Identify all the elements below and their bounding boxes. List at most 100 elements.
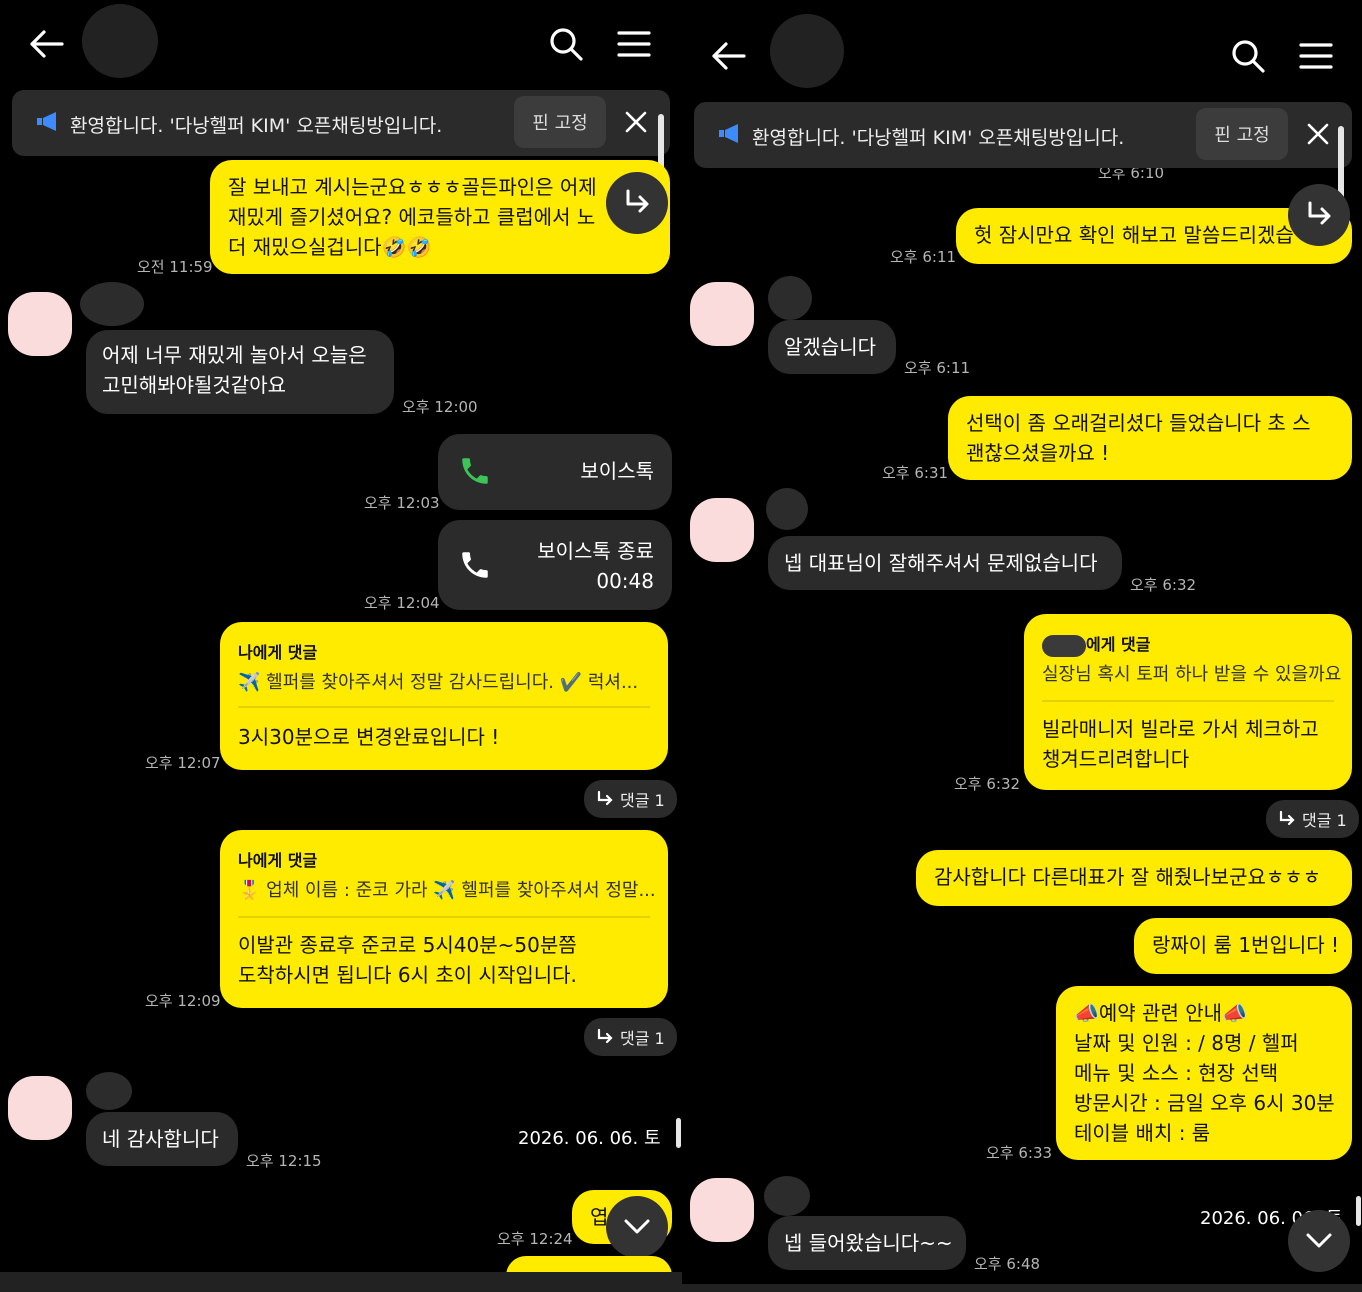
reply-arrow-icon <box>597 1028 613 1044</box>
reply-arrow-button[interactable] <box>1288 184 1350 246</box>
message-text-line: 📣예약 관련 안내📣 <box>1074 1001 1247 1025</box>
phone-icon <box>458 548 492 590</box>
reply-message-bubble[interactable]: 나에게 댓글 ✈️ 헬퍼를 찾아주셔서 정말 감사드립니다. ✔️ 럭셔... … <box>220 622 668 770</box>
reply-tag: 나에게 댓글 <box>238 851 318 870</box>
sender-avatar[interactable] <box>8 292 72 356</box>
message-text-line: 빌라매니저 빌라로 가서 체크하고 <box>1042 717 1319 741</box>
message-bubble-sent[interactable]: 감사합니다 다른대표가 잘 해줬나보군요ㅎㅎㅎ <box>916 850 1352 906</box>
chat-avatar[interactable] <box>82 4 158 78</box>
message-text-line: 선택이 좀 오래걸리셨다 들었습니다 초 스 <box>966 411 1311 435</box>
message-time: 오후 12:03 <box>364 494 440 512</box>
reply-tag: 에게 댓글 <box>1086 635 1151 654</box>
sender-avatar[interactable] <box>690 282 754 346</box>
message-text-line: 테이블 배치 : 룸 <box>1074 1121 1211 1145</box>
message-bubble-sent[interactable]: 📣예약 관련 안내📣 날짜 및 인원 : / 8명 / 헬퍼 메뉴 및 소스 :… <box>1056 986 1352 1160</box>
message-text-line: 어제 너무 재밌게 놀아서 오늘은 <box>102 343 367 367</box>
message-bubble-received[interactable]: 넵 대표님이 잘해주셔서 문제없습니다 <box>768 536 1122 590</box>
message-text: 3시30분으로 변경완료입니다 ! <box>238 725 500 749</box>
megaphone-icon <box>36 110 60 138</box>
divider <box>1042 700 1334 702</box>
voice-call-end-bubble[interactable]: 보이스톡 종료 00:48 <box>438 520 672 610</box>
reply-arrow-icon <box>597 790 613 806</box>
bottom-bar <box>0 1272 682 1292</box>
message-bubble-sent[interactable]: 랑짜이 룸 1번입니다 ! <box>1134 918 1352 974</box>
message-time: 오후 12:04 <box>364 594 440 612</box>
notice-banner[interactable]: 환영합니다. '다낭헬퍼 KIM' 오픈채팅방입니다. 핀 고정 <box>12 90 670 156</box>
scrollbar[interactable] <box>1356 1196 1361 1226</box>
message-bubble-received[interactable]: 알겠습니다 <box>768 320 896 374</box>
sender-name <box>768 276 812 320</box>
message-time: 오후 12:00 <box>402 398 478 416</box>
notice-banner[interactable]: 환영합니다. '다낭헬퍼 KIM' 오픈채팅방입니다. 핀 고정 <box>694 102 1352 168</box>
sender-name <box>764 1176 810 1216</box>
reply-arrow-button[interactable] <box>606 172 668 234</box>
message-text-line: 잘 보내고 계시는군요ㅎㅎㅎ골든파인은 어제 <box>228 175 597 199</box>
megaphone-icon <box>718 122 742 150</box>
menu-icon[interactable] <box>1294 34 1338 78</box>
reply-tag-row: 에게 댓글 <box>1042 630 1334 660</box>
bottom-bar <box>682 1284 1362 1292</box>
sender-avatar[interactable] <box>690 498 754 562</box>
reply-tag: 나에게 댓글 <box>238 643 318 662</box>
message-bubble-received[interactable]: 네 감사합니다 <box>86 1112 238 1166</box>
message-text-line: 재밌게 즐기셨어요? 에코들하고 클럽에서 노 <box>228 205 596 229</box>
reply-message-bubble[interactable]: 나에게 댓글 🎖️ 업체 이름 : 준코 가라 ✈️ 헬퍼를 찾아주셔서 정말.… <box>220 830 668 1008</box>
pin-button[interactable]: 핀 고정 <box>514 96 606 148</box>
comment-count-button[interactable]: 댓글 1 <box>584 1018 677 1056</box>
message-bubble-received[interactable]: 어제 너무 재밌게 놀아서 오늘은 고민해봐야될것같아요 <box>86 330 394 414</box>
message-text: 랑짜이 룸 1번입니다 ! <box>1152 933 1340 957</box>
message-text-line: 괜찮으셨을까요 ! <box>966 441 1110 465</box>
message-text-line: 고민해봐야될것같아요 <box>102 373 286 397</box>
comment-count-button[interactable]: 댓글 1 <box>584 780 677 818</box>
message-text: 넵 대표님이 잘해주셔서 문제없습니다 <box>784 551 1098 575</box>
phone-icon <box>458 454 492 496</box>
message-time: 오후 6:31 <box>882 464 949 482</box>
sender-avatar[interactable] <box>8 1076 72 1140</box>
voice-call-bubble[interactable]: 보이스톡 <box>438 434 672 510</box>
chat-avatar[interactable] <box>770 14 844 88</box>
reply-quote: 실장님 혹시 토퍼 하나 받을 수 있을까요 <box>1042 664 1342 685</box>
back-arrow-icon[interactable] <box>706 34 750 78</box>
back-arrow-icon[interactable] <box>24 22 68 66</box>
reply-quote: ✈️ 헬퍼를 찾아주셔서 정말 감사드립니다. ✔️ 럭셔... <box>238 672 639 693</box>
message-text: 알겠습니다 <box>784 335 876 359</box>
message-text-line: 메뉴 및 소스 : 현장 선택 <box>1074 1061 1279 1085</box>
message-time: 오전 11:59 <box>137 258 213 276</box>
search-icon[interactable] <box>544 22 588 66</box>
message-time: 오후 12:07 <box>145 754 221 772</box>
message-time: 오후 6:33 <box>986 1144 1053 1162</box>
message-time: 오후 12:15 <box>246 1152 322 1170</box>
message-text: 넵 들어왔습니다~~ <box>784 1231 953 1255</box>
comment-count: 댓글 1 <box>620 791 665 810</box>
sender-avatar[interactable] <box>690 1178 754 1242</box>
reply-arrow-icon <box>1279 810 1295 826</box>
date-indicator: 2026. 06. 06. 토 <box>506 1120 673 1154</box>
message-time: 오후 12:09 <box>145 992 221 1010</box>
reply-quote: 🎖️ 업체 이름 : 준코 가라 ✈️ 헬퍼를 찾아주셔서 정말... <box>238 880 656 901</box>
voice-call-end-label: 보이스톡 종료 <box>537 539 654 563</box>
notice-text: 환영합니다. '다낭헬퍼 KIM' 오픈채팅방입니다. <box>752 127 1125 149</box>
message-text-line: 도착하시면 됩니다 6시 초이 시작입니다. <box>238 963 577 987</box>
message-time: 오후 6:11 <box>904 359 971 377</box>
pin-button[interactable]: 핀 고정 <box>1196 108 1288 160</box>
message-text-line: 방문시간 : 금일 오후 6시 30분 <box>1074 1091 1335 1115</box>
scroll-down-button[interactable] <box>606 1196 668 1258</box>
comment-count: 댓글 1 <box>1302 811 1347 830</box>
message-bubble-sent[interactable]: 선택이 좀 오래걸리셨다 들었습니다 초 스 괜찮으셨을까요 ! <box>948 396 1352 480</box>
reply-message-bubble[interactable]: 에게 댓글 실장님 혹시 토퍼 하나 받을 수 있을까요 빌라매니저 빌라로 가… <box>1024 614 1352 790</box>
message-text: 헛 잠시만요 확인 해보고 말씀드리겠습 <box>974 223 1294 247</box>
comment-count: 댓글 1 <box>620 1029 665 1048</box>
scrollbar[interactable] <box>676 1118 681 1148</box>
message-bubble-sent[interactable]: 잘 보내고 계시는군요ㅎㅎㅎ골든파인은 어제 재밌게 즐기셨어요? 에코들하고 … <box>210 160 670 274</box>
close-icon[interactable] <box>1306 122 1330 150</box>
scroll-down-button[interactable] <box>1288 1210 1350 1272</box>
message-text-line: 날짜 및 인원 : / 8명 / 헬퍼 <box>1074 1031 1299 1055</box>
search-icon[interactable] <box>1226 34 1270 78</box>
message-bubble-received[interactable]: 넵 들어왔습니다~~ <box>768 1216 966 1270</box>
notice-text: 환영합니다. '다낭헬퍼 KIM' 오픈채팅방입니다. <box>70 115 443 137</box>
message-time: 오후 6:32 <box>954 775 1021 793</box>
close-icon[interactable] <box>624 110 648 138</box>
comment-count-button[interactable]: 댓글 1 <box>1266 800 1359 838</box>
menu-icon[interactable] <box>612 22 656 66</box>
divider <box>238 916 650 918</box>
